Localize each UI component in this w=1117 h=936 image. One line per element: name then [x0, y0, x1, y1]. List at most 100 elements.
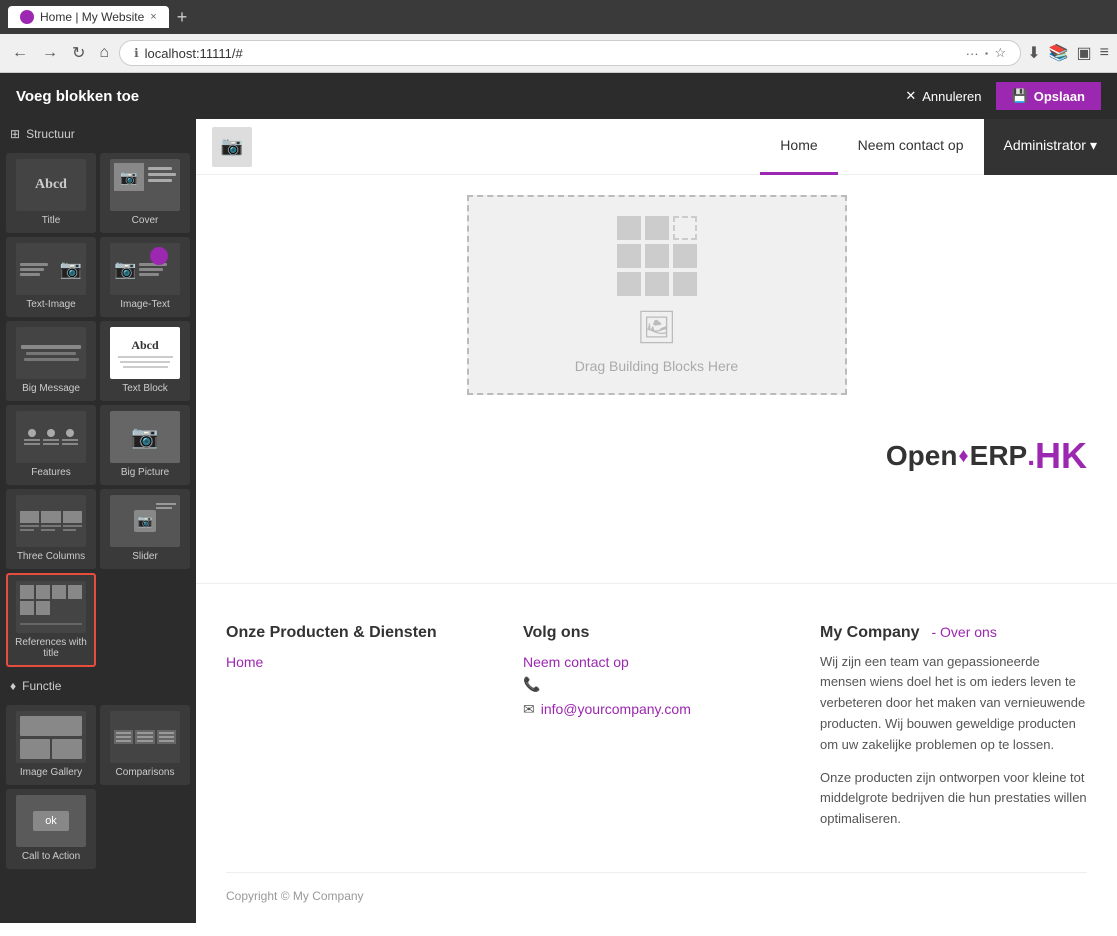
block-text-block-label: Text Block — [122, 383, 168, 394]
opslaan-button[interactable]: 💾 Opslaan — [996, 82, 1101, 110]
camera-icon: 📷 — [221, 136, 243, 157]
block-references-label: References with title — [12, 637, 90, 659]
block-cta-preview: ok — [16, 795, 86, 847]
block-three-columns-preview — [16, 495, 86, 547]
admin-label: Administrator — [1004, 137, 1086, 153]
block-image-gallery-label: Image Gallery — [20, 767, 82, 778]
block-slider-preview: 📷 — [110, 495, 180, 547]
block-features-preview — [16, 411, 86, 463]
library-button[interactable]: 📚 — [1049, 43, 1069, 63]
footer-over-ons-link[interactable]: - Over ons — [931, 624, 996, 640]
website-footer: Onze Producten & Diensten Home Volg ons … — [196, 583, 1117, 923]
admin-arrow: ▾ — [1090, 137, 1097, 154]
website-area: 📷 Home Neem contact op Administrator ▾ — [196, 119, 1117, 923]
footer-company-name: My Company — [820, 624, 920, 641]
block-big-message-label: Big Message — [22, 383, 80, 394]
footer-col3: My Company - Over ons Wij zijn een team … — [820, 624, 1087, 842]
nav-links: Home Neem contact op Administrator ▾ — [760, 119, 1117, 175]
main-layout: ⊞ Structuur Abcd Title 📷 — [0, 119, 1117, 923]
functie-section-header: ♦ Functie — [0, 671, 196, 701]
sidebar: ⊞ Structuur Abcd Title 📷 — [0, 119, 196, 923]
more-options-button[interactable]: ··· — [966, 46, 979, 61]
diamond-icon: ♦ — [10, 679, 16, 693]
block-features[interactable]: Features — [6, 405, 96, 485]
editor-title: Voeg blokken toe — [16, 88, 891, 105]
pocket-button[interactable]: 🞌 — [985, 45, 989, 61]
reload-button[interactable]: ↻ — [68, 41, 89, 65]
footer-email-link[interactable]: info@yourcompany.com — [541, 701, 691, 717]
block-features-label: Features — [31, 467, 70, 478]
logo-placeholder: 📷 — [212, 127, 252, 167]
block-image-gallery-preview — [16, 711, 86, 763]
forward-button[interactable]: → — [38, 42, 62, 64]
drop-zone-image-icon: 🖼 — [636, 308, 677, 346]
drop-grid-preview — [617, 216, 697, 296]
address-bar[interactable]: ℹ localhost:11111/# ··· 🞌 ☆ — [119, 40, 1021, 66]
grid-icon: ⊞ — [10, 127, 20, 141]
nav-link-admin[interactable]: Administrator ▾ — [984, 119, 1117, 175]
block-comparisons[interactable]: Comparisons — [100, 705, 190, 785]
bookmark-button[interactable]: ☆ — [995, 45, 1007, 61]
block-big-message[interactable]: Big Message — [6, 321, 96, 401]
structuur-label: Structuur — [26, 127, 75, 141]
address-text: localhost:11111/# — [145, 46, 243, 61]
footer-contact-link[interactable]: Neem contact op — [523, 654, 790, 670]
block-image-text-preview: 📷 — [110, 243, 180, 295]
block-image-text[interactable]: 📷 Image-Text — [100, 237, 190, 317]
menu-button[interactable]: ≡ — [1100, 44, 1109, 62]
sidebar-button[interactable]: ▣ — [1077, 43, 1092, 63]
footer-col2-title: Volg ons — [523, 624, 790, 642]
download-button[interactable]: ⬇ — [1027, 43, 1040, 63]
nav-link-home[interactable]: Home — [760, 119, 837, 175]
block-title-preview: Abcd — [16, 159, 86, 211]
footer-col1-title: Onze Producten & Diensten — [226, 624, 493, 642]
website-nav: 📷 Home Neem contact op Administrator ▾ — [196, 119, 1117, 175]
block-text-image-label: Text-Image — [26, 299, 75, 310]
block-comparisons-label: Comparisons — [116, 767, 175, 778]
block-references-with-title[interactable]: References with title — [6, 573, 96, 667]
footer-email: ✉ info@yourcompany.com — [523, 701, 790, 718]
editor-topbar: Voeg blokken toe ✕ Annuleren 💾 Opslaan — [0, 73, 1117, 119]
annuleren-label: Annuleren — [922, 89, 981, 104]
functie-blocks-grid: Image Gallery — [0, 701, 196, 873]
browser-chrome: Home | My Website × + — [0, 0, 1117, 34]
browser-tab[interactable]: Home | My Website × — [8, 6, 169, 28]
nav-link-contact[interactable]: Neem contact op — [838, 119, 984, 175]
block-cover-label: Cover — [132, 215, 159, 226]
footer-grid: Onze Producten & Diensten Home Volg ons … — [226, 624, 1087, 842]
block-call-to-action[interactable]: ok Call to Action — [6, 789, 96, 869]
footer-about-text1: Wij zijn een team van gepassioneerde men… — [820, 652, 1087, 756]
blocks-grid: Abcd Title 📷 Cover — [0, 149, 196, 671]
block-image-gallery[interactable]: Image Gallery — [6, 705, 96, 785]
back-button[interactable]: ← — [8, 42, 32, 64]
block-three-columns[interactable]: Three Columns — [6, 489, 96, 569]
tab-close-button[interactable]: × — [150, 11, 156, 23]
block-three-columns-label: Three Columns — [17, 551, 85, 562]
block-cover-preview: 📷 — [110, 159, 180, 211]
block-title-label: Title — [42, 215, 61, 226]
cancel-icon: ✕ — [905, 88, 916, 104]
block-text-image[interactable]: 📷 Text-Image — [6, 237, 96, 317]
address-bar-row: ← → ↻ ⌂ ℹ localhost:11111/# ··· 🞌 ☆ ⬇ 📚 … — [0, 34, 1117, 73]
footer-phone: 📞 — [523, 676, 790, 693]
openerp-logo-container: Open ♦ ERP . HK — [196, 415, 1117, 497]
logo-area: 📷 — [196, 119, 268, 177]
new-tab-button[interactable]: + — [177, 7, 188, 28]
block-text-block[interactable]: Abcd Text Block — [100, 321, 190, 401]
annuleren-button[interactable]: ✕ Annuleren — [891, 82, 995, 110]
block-big-picture-label: Big Picture — [121, 467, 169, 478]
block-title[interactable]: Abcd Title — [6, 153, 96, 233]
email-icon: ✉ — [523, 701, 535, 718]
block-image-text-label: Image-Text — [120, 299, 169, 310]
tab-favicon — [20, 10, 34, 24]
footer-copyright: Copyright © My Company — [226, 872, 1087, 903]
block-text-block-preview: Abcd — [110, 327, 180, 379]
opslaan-label: Opslaan — [1034, 89, 1085, 104]
footer-home-link[interactable]: Home — [226, 654, 493, 670]
block-slider[interactable]: 📷 Slider — [100, 489, 190, 569]
home-button[interactable]: ⌂ — [95, 42, 113, 64]
block-big-picture[interactable]: 📷 Big Picture — [100, 405, 190, 485]
block-cover[interactable]: 📷 Cover — [100, 153, 190, 233]
block-comparisons-preview — [110, 711, 180, 763]
save-icon: 💾 — [1012, 88, 1028, 104]
